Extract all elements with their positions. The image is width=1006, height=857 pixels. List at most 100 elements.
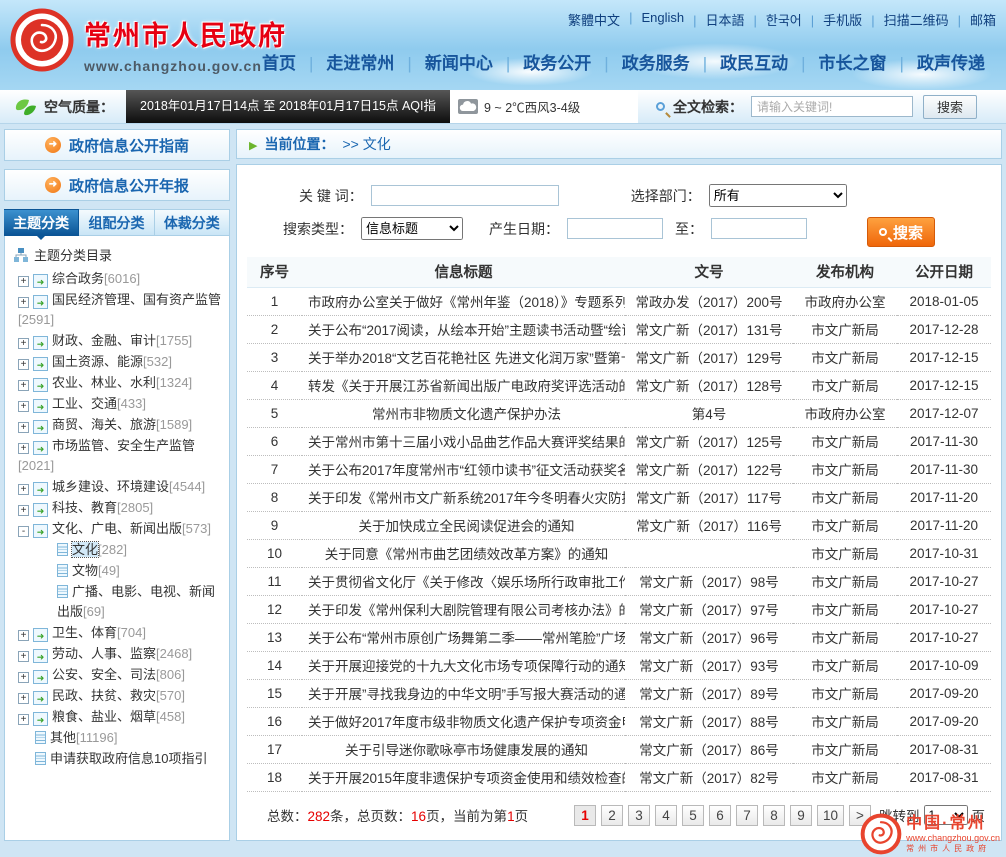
row-title-link[interactable]: 关于印发《常州保利大剧院管理有限公司考核办法》的通知: [302, 595, 625, 623]
top-link[interactable]: 手机版: [802, 10, 862, 29]
tree-item[interactable]: 国民经济管理、国有资产监管[2591]: [18, 290, 224, 330]
nav-item[interactable]: 新闻中心: [394, 49, 492, 74]
row-title-link[interactable]: 关于常州市第十三届小戏小品曲艺作品大赛评奖结果的通知: [302, 427, 625, 455]
info-disclosure-button[interactable]: 政府信息公开年报: [4, 169, 230, 201]
row-title-link[interactable]: 关于同意《常州市曲艺团绩效改革方案》的通知: [302, 539, 625, 567]
date-to-label: 至：: [675, 219, 703, 239]
tree-item[interactable]: 申请获取政府信息10项指引: [18, 749, 224, 769]
top-link[interactable]: 邮箱: [949, 10, 996, 29]
tree-item[interactable]: 科技、教育[2805]: [18, 498, 224, 518]
tree-item[interactable]: 农业、林业、水利[1324]: [18, 373, 224, 393]
expander-icon[interactable]: [18, 297, 29, 308]
fulltext-search-input[interactable]: [751, 96, 913, 117]
category-tab[interactable]: 组配分类: [79, 209, 154, 236]
row-title-link[interactable]: 关于举办2018“文艺百花艳社区 先进文化润万家”暨第十二届: [302, 343, 625, 371]
row-title-link[interactable]: 关于开展迎接党的十九大文化市场专项保障行动的通知: [302, 651, 625, 679]
date-from-input[interactable]: [567, 218, 663, 239]
tree-item[interactable]: 城乡建设、环境建设[4544]: [18, 477, 224, 497]
nav-item[interactable]: 首页: [262, 49, 296, 74]
row-title-link[interactable]: 关于公布“常州市原创广场舞第二季——常州笔脸”广场舞大赛: [302, 623, 625, 651]
nav-item[interactable]: 走进常州: [296, 49, 394, 74]
tree-item[interactable]: 劳动、人事、监察[2468]: [18, 644, 224, 664]
tree-item[interactable]: 广播、电影、电视、新闻出版[69]: [18, 582, 224, 622]
row-title-link[interactable]: 关于开展”寻找我身边的中华文明”手写报大赛活动的通知: [302, 679, 625, 707]
tree-item[interactable]: 文化、广电、新闻出版[573]: [18, 519, 224, 539]
page-button[interactable]: 4: [655, 805, 677, 826]
tree-item[interactable]: 民政、扶贫、救灾[570]: [18, 686, 224, 706]
date-to-input[interactable]: [711, 218, 807, 239]
search-button[interactable]: 搜索: [867, 217, 935, 247]
page-button[interactable]: 7: [736, 805, 758, 826]
row-title-link[interactable]: 关于引导迷你歌咏亭市场健康发展的通知: [302, 735, 625, 763]
expander-icon[interactable]: [18, 672, 29, 683]
expander-icon[interactable]: [18, 630, 29, 641]
tree-item-label: 商贸、海关、旅游: [52, 417, 156, 432]
nav-item[interactable]: 政声传递: [887, 49, 985, 74]
tree-item[interactable]: 国土资源、能源[532]: [18, 352, 224, 372]
keyword-input[interactable]: [371, 185, 559, 206]
page-button[interactable]: 5: [682, 805, 704, 826]
top-link[interactable]: English: [620, 10, 684, 29]
page-button[interactable]: 9: [790, 805, 812, 826]
row-title-link[interactable]: 关于公布“2017阅读，从绘本开始”主题读书活动暨“绘读绘说: [302, 315, 625, 343]
expander-icon[interactable]: [18, 443, 29, 454]
top-link[interactable]: 한국어: [745, 10, 802, 29]
row-title-link[interactable]: 转发《关于开展江苏省新闻出版广电政府奖评选活动的通知》: [302, 371, 625, 399]
top-link[interactable]: 扫描二维码: [862, 10, 948, 29]
page-button[interactable]: 1: [574, 805, 596, 826]
department-select[interactable]: 所有: [709, 184, 847, 207]
tree-item[interactable]: 公安、安全、司法[806]: [18, 665, 224, 685]
expander-icon[interactable]: [18, 380, 29, 391]
category-tab[interactable]: 主题分类: [4, 209, 79, 236]
expander-icon[interactable]: [18, 526, 29, 537]
tree-item[interactable]: 商贸、海关、旅游[1589]: [18, 415, 224, 435]
category-tab[interactable]: 体裁分类: [155, 209, 230, 236]
expander-icon[interactable]: [18, 714, 29, 725]
row-title-link[interactable]: 关于印发《常州市文广新系统2017年今冬明春火灾防控实施方案: [302, 483, 625, 511]
expander-icon[interactable]: [18, 505, 29, 516]
nav-item[interactable]: 市长之窗: [788, 49, 886, 74]
expander-icon[interactable]: [18, 276, 29, 287]
tree-item[interactable]: 工业、交通[433]: [18, 394, 224, 414]
page-button[interactable]: 10: [817, 805, 844, 826]
expander-icon[interactable]: [18, 422, 29, 433]
row-title-link[interactable]: 常州市非物质文化遗产保护办法: [302, 399, 625, 427]
expander-icon[interactable]: [18, 651, 29, 662]
tree-item[interactable]: 粮食、盐业、烟草[458]: [18, 707, 224, 727]
nav-item[interactable]: 政民互动: [690, 49, 788, 74]
expander-icon[interactable]: [18, 484, 29, 495]
table-row: 18 关于开展2015年度非遗保护专项资金使用和绩效检查的通知 常文广新（201…: [247, 763, 991, 791]
tree-item[interactable]: 文化[282]: [18, 540, 224, 560]
row-title-link[interactable]: 关于公布2017年度常州市“红领巾读书”征文活动获奖名单的通: [302, 455, 625, 483]
page-button[interactable]: 2: [601, 805, 623, 826]
page-button[interactable]: 3: [628, 805, 650, 826]
tree-item[interactable]: 卫生、体育[704]: [18, 623, 224, 643]
page-button[interactable]: 8: [763, 805, 785, 826]
nav-item[interactable]: 政务公开: [493, 49, 591, 74]
row-title-link[interactable]: 市政府办公室关于做好《常州年鉴（2018）》专题系列彩页组稿: [302, 287, 625, 315]
expander-icon[interactable]: [18, 359, 29, 370]
top-link[interactable]: 繁體中文: [568, 10, 620, 29]
breadcrumb-label: 当前位置：: [264, 136, 334, 152]
search-type-select[interactable]: 信息标题: [361, 217, 463, 240]
expander-icon[interactable]: [18, 693, 29, 704]
tree-item[interactable]: 市场监管、安全生产监管[2021]: [18, 436, 224, 476]
tree-item[interactable]: 其他[11196]: [18, 728, 224, 748]
row-title-link[interactable]: 关于加快成立全民阅读促进会的通知: [302, 511, 625, 539]
nav-item[interactable]: 政务服务: [591, 49, 689, 74]
tree-item-label: 广播、电影、电视、新闻出版: [57, 584, 215, 619]
expander-icon[interactable]: [18, 338, 29, 349]
top-link[interactable]: 日本語: [684, 10, 744, 29]
expander-icon[interactable]: [18, 401, 29, 412]
fulltext-search-button[interactable]: 搜索: [923, 95, 977, 119]
breadcrumb-path[interactable]: >> 文化: [342, 136, 390, 152]
row-title-link[interactable]: 关于开展2015年度非遗保护专项资金使用和绩效检查的通知: [302, 763, 625, 791]
arrow-circle-icon: [45, 137, 61, 153]
page-button[interactable]: 6: [709, 805, 731, 826]
tree-item[interactable]: 综合政务[6016]: [18, 269, 224, 289]
row-title-link[interactable]: 关于做好2017年度市级非物质文化遗产保护专项资金申报工作的: [302, 707, 625, 735]
tree-item[interactable]: 文物[49]: [18, 561, 224, 581]
row-title-link[interactable]: 关于贯彻省文化厅《关于修改〈娱乐场所行政审批工作指导意见: [302, 567, 625, 595]
info-disclosure-button[interactable]: 政府信息公开指南: [4, 129, 230, 161]
tree-item[interactable]: 财政、金融、审计[1755]: [18, 331, 224, 351]
